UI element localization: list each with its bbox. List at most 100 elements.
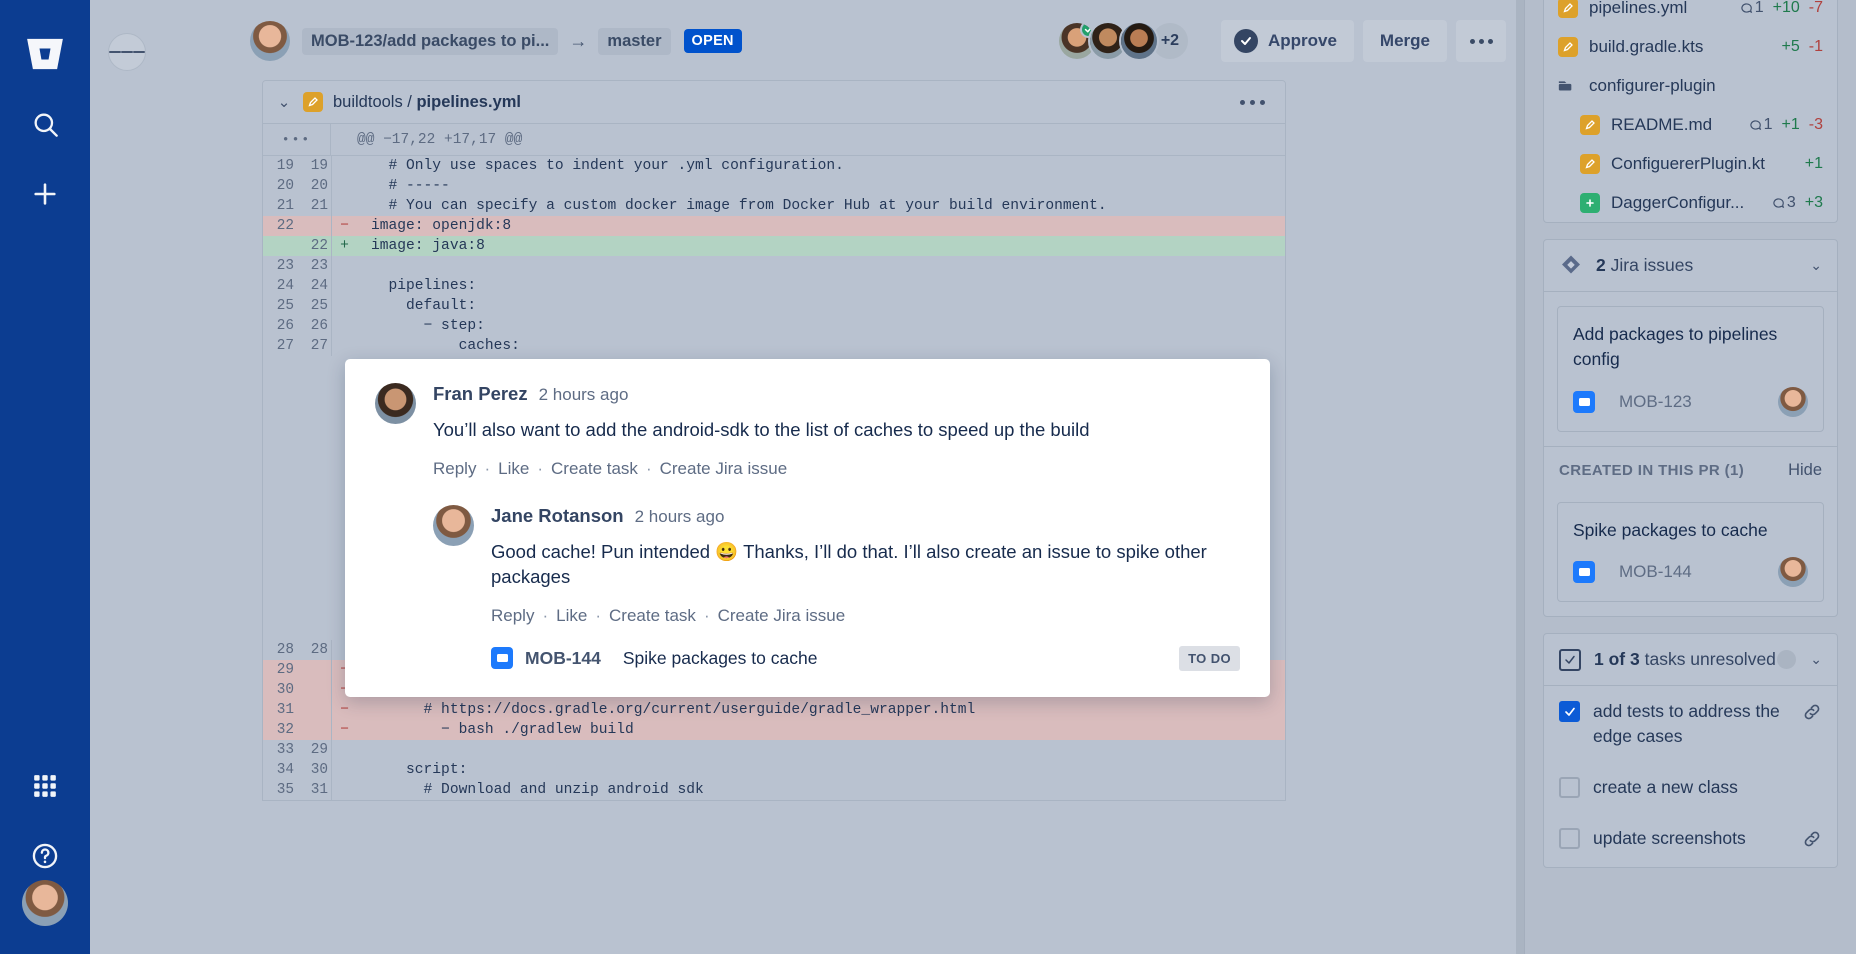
sidebar-toggle-button[interactable] [108, 33, 146, 71]
diff-line-number-new: 29 [310, 742, 328, 758]
reply-author-avatar[interactable] [433, 504, 474, 546]
diff-line[interactable]: 26 26 − step: [263, 316, 1285, 336]
jira-issue-assignee-avatar[interactable] [1778, 386, 1808, 417]
jira-panel-header[interactable]: 2 Jira issues ⌄ [1544, 240, 1837, 292]
diff-line[interactable]: 20 20 # ----- [263, 176, 1285, 196]
diff-file-path: buildtools / pipelines.yml [333, 92, 522, 111]
pr-sidebar: pipelines.yml 1 +10 -7 build.gradle.kts +5 -1 c… [1524, 0, 1856, 954]
jira-issue-key[interactable]: MOB-123 [1619, 392, 1692, 412]
diff-line-number-new: 26 [310, 318, 328, 334]
comment-reply: Jane Rotanson 2 hours ago Good cache! Pu… [433, 504, 1240, 671]
created-issue-assignee-avatar[interactable] [1778, 557, 1808, 588]
file-tree-item[interactable]: README.md 1 +1 -3 [1544, 105, 1837, 144]
task-row[interactable]: create a new class [1544, 762, 1837, 813]
chevron-down-icon[interactable]: ⌄ [277, 93, 291, 111]
merge-button-label: Merge [1379, 31, 1430, 50]
lines-added-count: +3 [1804, 193, 1823, 211]
file-tree-item[interactable]: pipelines.yml 1 +10 -7 [1544, 0, 1837, 27]
main-content: MOB-123/add packages to pi... → master O… [90, 0, 1524, 954]
diff-file-header[interactable]: ⌄ buildtools / pipelines.yml [263, 81, 1285, 124]
comment-create-jira-action[interactable]: Create Jira issue [660, 459, 788, 478]
linked-issue-summary[interactable]: Spike packages to cache [623, 648, 818, 669]
chevron-down-icon[interactable]: ⌄ [1810, 651, 1822, 668]
diff-line[interactable]: 35 31 # Download and unzip android sdk [263, 780, 1285, 800]
diff-line[interactable]: 22 − image: openjdk:8 [263, 216, 1285, 236]
comment-like-action[interactable]: Like [498, 459, 529, 478]
diff-line[interactable]: 25 25 default: [263, 296, 1285, 316]
diff-line[interactable]: 22 + image: java:8 [263, 236, 1285, 256]
task-checkbox[interactable] [1559, 701, 1580, 723]
help-icon[interactable] [21, 832, 69, 880]
reviewers-avatar-group[interactable]: +2 [1056, 21, 1190, 61]
apps-grid-icon[interactable] [21, 762, 69, 810]
diff-line[interactable]: 24 24 pipelines: [263, 276, 1285, 296]
reply-reply-action[interactable]: Reply [491, 606, 534, 625]
main-scrollbar[interactable] [1516, 0, 1524, 954]
task-checkbox[interactable] [1559, 776, 1580, 798]
diff-line-source: # ----- [371, 178, 450, 194]
hunk-expand-button[interactable]: ••• [263, 124, 331, 155]
file-tree-item-stats: +1 [1805, 155, 1823, 173]
diff-line[interactable]: 21 21 # You can specify a custom docker i… [263, 196, 1285, 216]
diff-line[interactable]: 34 30 script: [263, 760, 1285, 780]
branch-arrow-icon: → [569, 31, 588, 51]
diff-line[interactable]: 19 19 # Only use spaces to indent your .y… [263, 156, 1285, 176]
diff-line-number-new: 21 [310, 198, 328, 214]
file-added-icon [1580, 192, 1600, 213]
task-row[interactable]: update screenshots [1544, 813, 1837, 867]
jira-issues-panel: 2 Jira issues ⌄ Add packages to pipeline… [1543, 239, 1838, 618]
diff-line[interactable]: 23 23 [263, 256, 1285, 276]
bitbucket-logo[interactable] [21, 30, 69, 78]
file-tree-folder[interactable]: configurer-plugin [1544, 66, 1837, 105]
current-user-avatar[interactable] [22, 880, 68, 926]
diff-file-more-button[interactable] [1240, 99, 1271, 105]
created-in-pr-section-header: CREATED IN THIS PR (1) Hide [1544, 445, 1837, 488]
diff-line-number-new: 23 [310, 258, 328, 274]
file-tree-item[interactable]: DaggerConfigur... 3 +3 [1544, 183, 1837, 222]
comment-create-task-action[interactable]: Create task [551, 459, 638, 478]
create-icon[interactable] [21, 170, 69, 218]
pr-more-actions-button[interactable] [1456, 20, 1506, 62]
reply-create-jira-action[interactable]: Create Jira issue [718, 606, 846, 625]
reply-create-task-action[interactable]: Create task [609, 606, 696, 625]
lines-removed-count: -1 [1808, 37, 1823, 55]
target-branch-chip[interactable]: master [598, 27, 671, 55]
diff-line-sign [331, 296, 357, 316]
task-row[interactable]: add tests to address the edge cases [1544, 686, 1837, 762]
merge-button[interactable]: Merge [1362, 20, 1447, 62]
link-icon[interactable] [1792, 826, 1822, 854]
action-separator: · [595, 605, 601, 625]
diff-line-number-old: 23 [276, 258, 294, 274]
inline-comment-thread: Fran Perez 2 hours ago You’ll also want … [345, 359, 1270, 697]
diff-line[interactable]: 33 29 [263, 740, 1285, 760]
file-tree-item[interactable]: ConfiguererPlugin.kt +1 [1544, 144, 1837, 183]
comment-root: Fran Perez 2 hours ago You’ll also want … [375, 383, 1240, 671]
reviewer-avatar[interactable] [1118, 21, 1159, 61]
file-tree-item[interactable]: build.gradle.kts +5 -1 [1544, 27, 1837, 66]
diff-line-source: caches: [371, 338, 520, 354]
created-jira-issue-card[interactable]: Spike packages to cache MOB-144 [1557, 501, 1824, 603]
created-issue-key[interactable]: MOB-144 [1619, 562, 1692, 582]
comment-reply-action[interactable]: Reply [433, 459, 476, 478]
linked-issue-key[interactable]: MOB-144 [525, 648, 601, 669]
jira-issue-card[interactable]: Add packages to pipelines config MOB-123 [1557, 306, 1824, 432]
comment-text: You’ll also want to add the android-sdk … [433, 419, 1090, 440]
hide-created-issues-button[interactable]: Hide [1788, 451, 1822, 480]
linked-jira-issue[interactable]: MOB-144 Spike packages to cache TO DO [491, 645, 1240, 671]
search-icon[interactable] [21, 100, 69, 148]
tasks-panel-header[interactable]: 1 of 3 tasks unresolved ⌄ [1544, 634, 1837, 687]
comment-author-avatar[interactable] [375, 383, 416, 424]
approve-button[interactable]: Approve [1220, 20, 1354, 62]
diff-line-number-old: 19 [276, 158, 294, 174]
diff-line-number-new: 22 [310, 238, 328, 254]
pr-author-avatar[interactable] [250, 21, 290, 61]
chevron-down-icon[interactable]: ⌄ [1810, 257, 1822, 274]
diff-line[interactable]: 31 − # https://docs.gradle.org/current/us… [263, 700, 1285, 720]
lines-removed-count: -7 [1808, 0, 1823, 16]
reply-like-action[interactable]: Like [556, 606, 587, 625]
task-checkbox[interactable] [1559, 827, 1580, 849]
link-icon[interactable] [1792, 699, 1822, 727]
diff-line[interactable]: 32 − − bash ./gradlew build [263, 720, 1285, 740]
diff-line[interactable]: 27 27 caches: [263, 336, 1285, 356]
source-branch-chip[interactable]: MOB-123/add packages to pi... [302, 27, 559, 55]
